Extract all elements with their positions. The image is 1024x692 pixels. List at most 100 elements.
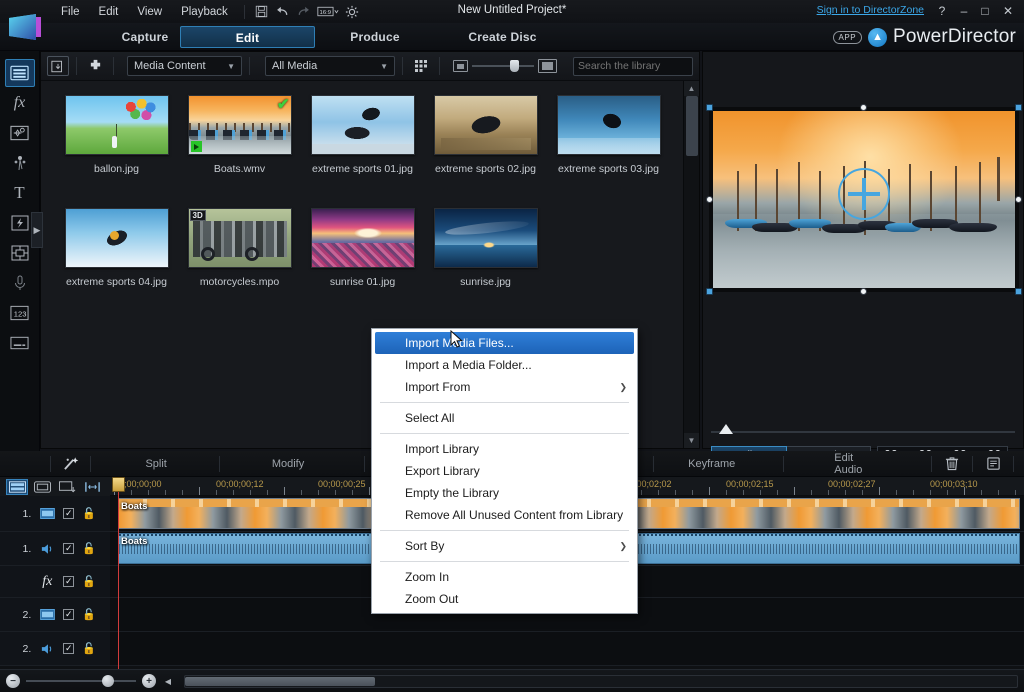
settings-gear-icon[interactable] <box>342 3 362 21</box>
thumbnail-extreme-sports-04[interactable] <box>65 208 169 268</box>
search-input[interactable] <box>578 60 713 72</box>
timeline-zoom-slider[interactable] <box>26 680 136 682</box>
app-badge[interactable]: APP <box>833 31 863 44</box>
save-icon[interactable] <box>252 3 272 21</box>
scroll-left-arrow-icon[interactable]: ◀ <box>162 675 174 688</box>
audio-track-icon[interactable] <box>39 642 55 656</box>
video-track-icon[interactable] <box>39 507 55 521</box>
library-item[interactable]: extreme sports 03.jpg <box>547 95 670 208</box>
undo-icon[interactable] <box>273 3 293 21</box>
resize-handle-top-right[interactable] <box>1015 104 1022 111</box>
thumbnail-size-slider[interactable] <box>453 59 557 73</box>
track-enable-checkbox[interactable]: ✓ <box>63 643 74 654</box>
resize-handle-bottom-center[interactable] <box>860 288 867 295</box>
thumbnail-extreme-sports-02[interactable] <box>434 95 538 155</box>
aspect-ratio-icon[interactable]: 16:9 <box>315 3 341 21</box>
voice-over-room-icon[interactable] <box>5 269 35 297</box>
plugins-icon[interactable] <box>84 56 106 76</box>
panel-collapse-arrow-icon[interactable]: ▶ <box>31 212 43 248</box>
modify-button[interactable]: Modify <box>268 458 308 470</box>
menu-view[interactable]: View <box>128 3 171 21</box>
resize-handle-bottom-right[interactable] <box>1015 288 1022 295</box>
import-media-icon[interactable] <box>47 56 69 76</box>
edit-audio-button[interactable]: Edit Audio <box>830 452 887 476</box>
library-item[interactable]: sunrise 01.jpg <box>301 208 424 321</box>
search-box[interactable]: 🔍 <box>573 57 693 76</box>
mode-tab-produce[interactable]: Produce <box>315 26 435 48</box>
track-manager-icon[interactable] <box>56 479 78 495</box>
thumbnail-extreme-sports-01[interactable] <box>311 95 415 155</box>
track-header-video-2[interactable]: 2. ✓ 🔓 <box>0 598 110 632</box>
resize-handle-bottom-left[interactable] <box>706 288 713 295</box>
playhead[interactable] <box>118 477 119 669</box>
context-menu-item[interactable]: Empty the Library <box>372 482 637 504</box>
track-header-audio-1[interactable]: 1. ✓ 🔓 <box>0 532 110 566</box>
redo-icon[interactable] <box>294 3 314 21</box>
library-item[interactable]: ✔ Boats.wmv <box>178 95 301 208</box>
context-menu-item[interactable]: Import From❯ <box>372 376 637 398</box>
pip-objects-room-icon[interactable] <box>5 119 35 147</box>
library-item[interactable]: 3D motorcycles.mpo <box>178 208 301 321</box>
subtitle-room-icon[interactable] <box>5 329 35 357</box>
library-scrollbar[interactable]: ▲ ▼ <box>683 81 699 448</box>
media-content-dropdown[interactable]: Media Content ▼ <box>127 56 242 76</box>
thumbnail-slider-track[interactable] <box>472 65 534 67</box>
media-room-icon[interactable] <box>5 59 35 87</box>
context-menu-item[interactable]: Select All <box>372 407 637 429</box>
scroll-up-arrow-icon[interactable]: ▲ <box>684 81 699 96</box>
close-button[interactable]: ✕ <box>998 2 1018 20</box>
preview-image-venice-gondolas[interactable] <box>713 111 1015 288</box>
context-menu-item[interactable]: Zoom Out <box>372 588 637 610</box>
transition-room-icon[interactable] <box>5 209 35 237</box>
thumbnail-motorcycles[interactable]: 3D <box>188 208 292 268</box>
timeline-view-icon[interactable] <box>6 479 28 495</box>
context-menu-item[interactable]: Export Library <box>372 460 637 482</box>
playhead-handle[interactable] <box>112 477 125 492</box>
media-filter-dropdown[interactable]: All Media ▼ <box>265 56 395 76</box>
library-item[interactable]: extreme sports 01.jpg <box>301 95 424 208</box>
minimize-button[interactable]: – <box>954 2 974 20</box>
track-lock-icon[interactable]: 🔓 <box>82 642 96 655</box>
storyboard-view-icon[interactable] <box>31 479 53 495</box>
scrollbar-thumb[interactable] <box>185 677 375 686</box>
effect-room-icon[interactable]: fx <box>5 89 35 117</box>
resize-handle-middle-left[interactable] <box>706 196 713 203</box>
context-menu-item[interactable]: Import Library <box>372 438 637 460</box>
menu-playback[interactable]: Playback <box>172 3 237 21</box>
context-menu-item[interactable]: Remove All Unused Content from Library <box>372 504 637 526</box>
chapter-room-icon[interactable]: 123 <box>5 299 35 327</box>
grid-view-icon[interactable] <box>410 56 432 76</box>
context-menu-item[interactable]: Sort By❯ <box>372 535 637 557</box>
context-menu-item[interactable]: Import Media Files... <box>375 332 634 354</box>
magic-wand-icon[interactable] <box>61 455 81 473</box>
large-thumbnail-icon[interactable] <box>538 59 557 73</box>
track-enable-checkbox[interactable]: ✓ <box>63 576 74 587</box>
help-button[interactable]: ? <box>932 2 952 20</box>
library-item[interactable]: sunrise.jpg <box>424 208 547 321</box>
library-item[interactable]: ballon.jpg <box>55 95 178 208</box>
context-menu-item[interactable]: Import a Media Folder... <box>372 354 637 376</box>
directorzone-signin-link[interactable]: Sign in to DirectorZone <box>817 4 924 16</box>
maximize-button[interactable]: □ <box>975 2 995 20</box>
context-menu-item[interactable]: Zoom In <box>372 566 637 588</box>
track-enable-checkbox[interactable]: ✓ <box>63 609 74 620</box>
menu-file[interactable]: File <box>52 3 89 21</box>
resize-handle-top-left[interactable] <box>706 104 713 111</box>
zoom-in-button[interactable]: + <box>142 674 156 688</box>
pan-crosshair-icon[interactable] <box>838 168 890 220</box>
library-item[interactable]: extreme sports 04.jpg <box>55 208 178 321</box>
sync-icon[interactable] <box>81 479 103 495</box>
timeline-zoom-handle[interactable] <box>102 675 114 687</box>
track-lock-icon[interactable]: 🔓 <box>82 542 96 555</box>
track-lock-icon[interactable]: 🔓 <box>82 608 96 621</box>
thumbnail-boats[interactable]: ✔ <box>188 95 292 155</box>
scrollbar-thumb[interactable] <box>686 96 698 156</box>
track-enable-checkbox[interactable]: ✓ <box>63 543 74 554</box>
title-room-icon[interactable]: T <box>5 179 35 207</box>
zoom-out-button[interactable]: − <box>6 674 20 688</box>
audio-track-icon[interactable] <box>39 542 55 556</box>
scroll-down-arrow-icon[interactable]: ▼ <box>684 433 699 448</box>
resize-handle-middle-right[interactable] <box>1015 196 1022 203</box>
notes-icon[interactable] <box>983 455 1003 473</box>
library-item[interactable]: extreme sports 02.jpg <box>424 95 547 208</box>
